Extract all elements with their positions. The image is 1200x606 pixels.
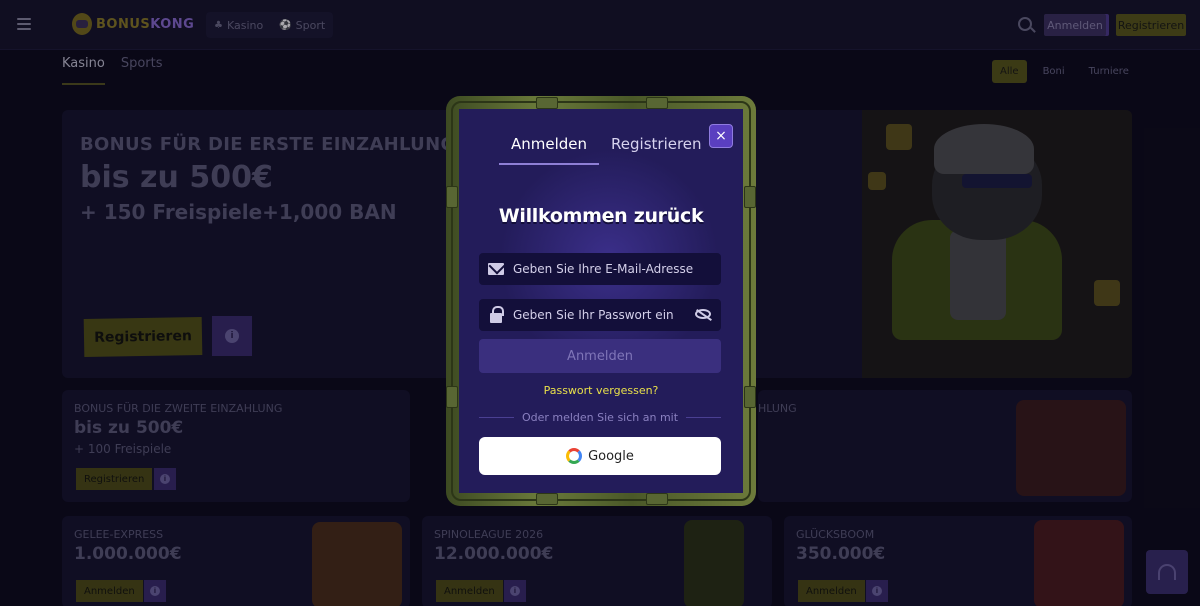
login-panel: Anmelden Registrieren × Willkommen zurüc… [459, 109, 743, 493]
google-login-button[interactable]: Google [479, 437, 721, 475]
login-modal: Anmelden Registrieren × Willkommen zurüc… [446, 96, 756, 506]
close-button[interactable]: × [709, 124, 733, 148]
tab-login[interactable]: Anmelden [499, 129, 600, 165]
welcome-heading: Willkommen zurück [498, 205, 704, 227]
google-label: Google [588, 448, 634, 464]
login-submit-button[interactable]: Anmelden [479, 339, 721, 373]
forgot-password-link[interactable]: Passwort vergessen? [459, 384, 743, 397]
tab-register[interactable]: Registrieren [599, 129, 714, 165]
email-field[interactable] [479, 253, 721, 285]
password-field[interactable] [479, 299, 721, 331]
lock-icon [490, 305, 504, 323]
social-divider: Oder melden Sie sich an mit [479, 411, 721, 424]
modal-tabs: Anmelden Registrieren [499, 129, 714, 165]
eye-off-icon[interactable] [695, 309, 711, 319]
email-input[interactable] [513, 262, 693, 276]
google-icon [566, 448, 583, 464]
password-input[interactable] [513, 308, 693, 322]
divider-text: Oder melden Sie sich an mit [521, 411, 679, 424]
mail-icon [488, 263, 504, 275]
